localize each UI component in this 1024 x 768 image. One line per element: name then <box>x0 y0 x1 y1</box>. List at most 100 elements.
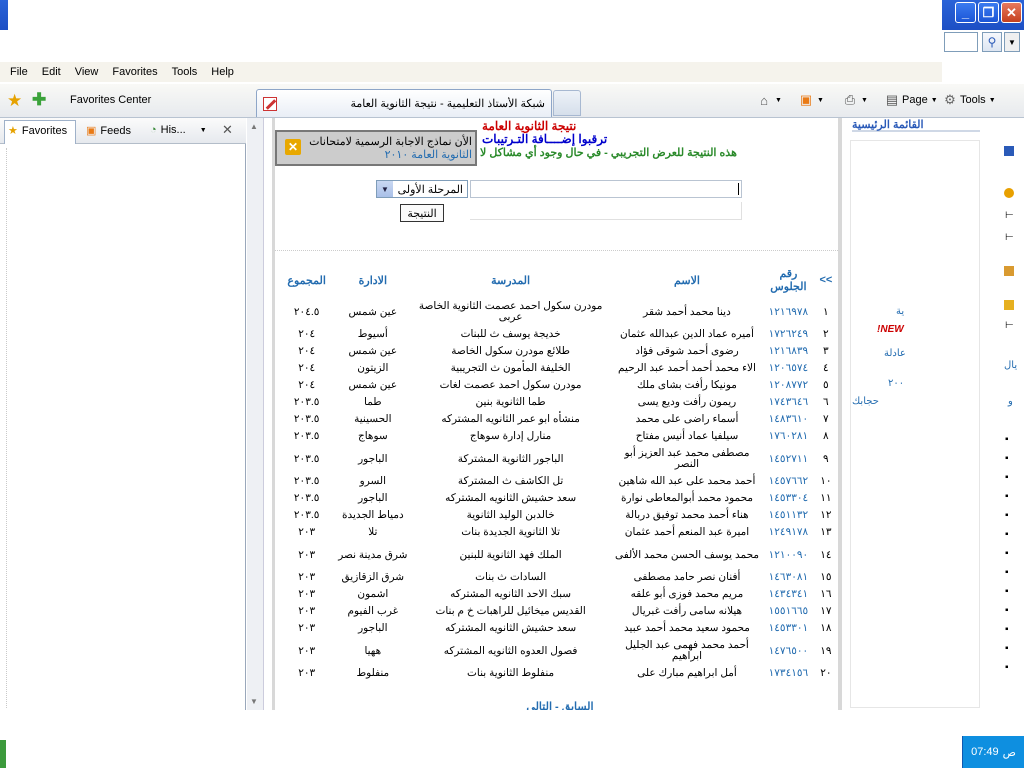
tab-feeds[interactable]: ▣ Feeds <box>86 124 131 138</box>
menu-view[interactable]: View <box>75 66 99 78</box>
search-icon[interactable]: ⚲ <box>982 32 1002 52</box>
school-name: مودرن سكول احمد عصمت الثانوية الخاصة عرب… <box>418 300 603 323</box>
total-score: ٢٠٤ <box>298 362 316 374</box>
tray-ampm: ص <box>1002 746 1016 759</box>
search-input[interactable] <box>944 32 978 52</box>
close-button[interactable]: ✕ <box>1001 2 1022 23</box>
menu-file[interactable]: File <box>10 66 28 78</box>
seat-number[interactable]: ١٢١٦٩٧٨ <box>763 298 814 326</box>
row-number: ٣ <box>823 345 829 357</box>
close-popup-icon[interactable]: ✕ <box>285 139 301 155</box>
page-menu-button[interactable]: ▤ Page ▼ <box>884 92 938 108</box>
table-row: ١٣ ١٢٤٩١٧٨ اميرة عبد المنعم أحمد عثمان تلا … <box>278 524 838 541</box>
favorites-center-label[interactable]: Favorites Center <box>70 94 151 106</box>
search-dropdown-icon[interactable]: ▼ <box>1004 32 1020 52</box>
seat-number-input[interactable] <box>470 180 742 198</box>
admin-name: غرب الفيوم <box>347 605 399 617</box>
page-scrollbar[interactable] <box>247 118 264 710</box>
show-result-button[interactable]: النتيجة <box>400 204 444 222</box>
total-score: ٢٠٣ <box>298 644 316 657</box>
browser-tab-active[interactable]: شبكة الأستاذ التعليمية - نتيجة الثانوية … <box>256 89 552 117</box>
admin-name: السرو <box>359 475 386 487</box>
student-name: محمود سعيد محمد أحمد عبيد <box>624 622 750 634</box>
seat-number[interactable]: ١٢١٠٠٩٠ <box>763 541 814 569</box>
seat-number[interactable]: ١٤٧٦٥٠٠ <box>763 637 814 665</box>
seat-number[interactable]: ١٤٣٤٣٤١ <box>763 586 814 603</box>
seat-number[interactable]: ١٢٠٨٧٧٢ <box>763 377 814 394</box>
menu-help[interactable]: Help <box>211 66 234 78</box>
table-row: ٨ ١٧٦٠٢٨١ سيلفيا عماد أنيس مفتاح منارل إدار… <box>278 428 838 445</box>
scroll-down-icon[interactable]: ▼ <box>250 697 261 708</box>
favorites-star-icon[interactable]: ★ <box>7 91 22 111</box>
favorites-tree-strip <box>6 148 16 708</box>
sidebar-link[interactable]: يال <box>1004 360 1017 371</box>
admin-name: الزيتون <box>357 362 389 374</box>
sidebar-link[interactable]: ٢٠٠ <box>888 378 904 389</box>
history-icon: ◔ <box>150 124 157 136</box>
seat-number[interactable]: ١٧٣٤١٥٦ <box>763 665 814 682</box>
home-button[interactable]: ⌂ ▼ <box>756 92 782 108</box>
seat-number[interactable]: ١٤٥٣٣٠١ <box>763 620 814 637</box>
table-header-row: >> رقم الجلوس الاسم المدرسة الادارة المج… <box>278 262 838 298</box>
feeds-button[interactable]: ▣ ▼ <box>798 92 824 108</box>
seat-number[interactable]: ١٥٥١٦٦٥ <box>763 603 814 620</box>
sidebar-link[interactable]: عادلة <box>884 348 906 359</box>
table-row: ٥ ١٢٠٨٧٧٢ مونيكا رأفت بشاى ملك مودرن سكول ا… <box>278 377 838 394</box>
seat-number[interactable]: ١٢٠٦٥٧٤ <box>763 360 814 377</box>
seat-number[interactable]: ١٧٤٣٦٤٦ <box>763 394 814 411</box>
stage-select-value: المرحلة الأولى <box>397 183 463 196</box>
seat-number[interactable]: ١٤٥٢٧١١ <box>763 445 814 473</box>
seat-number[interactable]: ١٤٨٣٦١٠ <box>763 411 814 428</box>
row-number: ٧ <box>823 413 829 425</box>
menu-edit[interactable]: Edit <box>42 66 61 78</box>
tab-history[interactable]: ◔ His... ▼ <box>150 124 207 136</box>
tab-history-label: His... <box>160 124 186 136</box>
add-favorite-icon[interactable]: ✚ <box>32 90 46 110</box>
seat-number[interactable]: ١٤٥١١٣٢ <box>763 507 814 524</box>
stage-select[interactable]: ▼ المرحلة الأولى <box>376 180 468 198</box>
total-score: ٢٠٣.٥ <box>293 413 320 425</box>
gear-icon: ⚙ <box>944 92 956 107</box>
seat-number[interactable]: ١٢١٦٨٣٩ <box>763 343 814 360</box>
student-name: محمود محمد أبوالمعاطى نوارة <box>621 492 753 504</box>
row-number: ٨ <box>823 430 829 442</box>
tools-menu-button[interactable]: ⚙ Tools ▼ <box>942 92 995 108</box>
pager[interactable]: السابق - التالي <box>500 700 620 710</box>
start-button[interactable] <box>0 740 6 768</box>
tray-clock[interactable]: 07:49 <box>971 746 999 758</box>
print-button[interactable]: ⎙ ▼ <box>842 92 868 108</box>
row-number: ١٣ <box>820 526 832 538</box>
close-pane-icon[interactable]: ✕ <box>222 122 233 138</box>
total-score: ٢٠٤ <box>298 379 316 391</box>
seat-number[interactable]: ١٧٦٠٢٨١ <box>763 428 814 445</box>
total-score: ٢٠٣ <box>298 622 316 634</box>
scroll-up-icon[interactable]: ▲ <box>250 122 261 133</box>
admin-name: الحسينية <box>354 413 392 425</box>
menu-tools[interactable]: Tools <box>172 66 198 78</box>
student-name: أسماء راضى على محمد <box>635 413 739 425</box>
school-name: فصول العدوه الثانويه المشتركه <box>443 644 578 657</box>
seat-number[interactable]: ١٤٥٣٣٠٤ <box>763 490 814 507</box>
seat-number[interactable]: ١٧٢٦٢٤٩ <box>763 326 814 343</box>
menu-favorites[interactable]: Favorites <box>112 66 157 78</box>
seat-number[interactable]: ١٤٥٧٦٦٢ <box>763 473 814 490</box>
minimize-button[interactable]: _ <box>955 2 976 23</box>
nav-header[interactable]: >> <box>814 262 838 298</box>
seat-header: رقم الجلوس <box>770 268 807 293</box>
table-row: ٧ ١٤٨٣٦١٠ أسماء راضى على محمد منشأه ابو عمر… <box>278 411 838 428</box>
sidebar-link[interactable]: و <box>1008 396 1013 407</box>
seat-number[interactable]: ١٢٤٩١٧٨ <box>763 524 814 541</box>
rss-icon: ▣ <box>86 125 97 137</box>
sidebar-link[interactable]: حجابك <box>852 396 879 407</box>
admin-name: شرق الزقازيق <box>341 571 405 583</box>
tab-favorites[interactable]: ★ Favorites <box>8 124 67 138</box>
total-score: ٢٠٣ <box>298 605 316 617</box>
admin-name: اشمون <box>357 588 389 600</box>
page-border <box>272 118 275 710</box>
new-tab-button[interactable] <box>553 90 581 116</box>
popup-text[interactable]: الأن نماذج الاجابة الرسمية لامتحانات الث… <box>304 136 472 162</box>
maximize-button[interactable]: ❐ <box>978 2 999 23</box>
table-row: ١٧ ١٥٥١٦٦٥ هيلانه سامى رأفت غبريال القديس م… <box>278 603 838 620</box>
seat-number[interactable]: ١٤٦٣٠٨١ <box>763 569 814 586</box>
sidebar-link[interactable]: ية <box>896 306 904 317</box>
